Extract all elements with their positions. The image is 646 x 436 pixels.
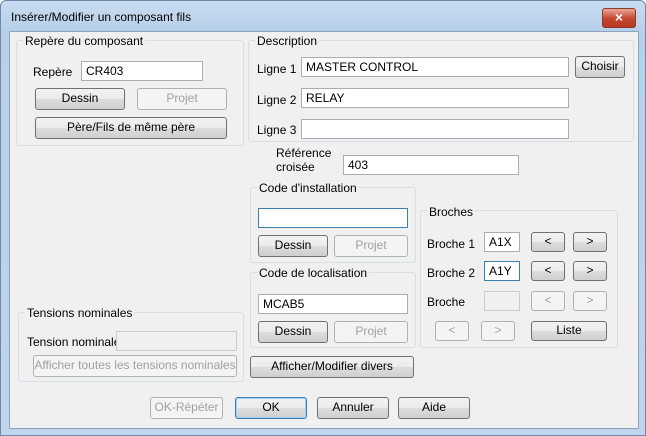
window-title: Insérer/Modifier un composant fils: [11, 10, 192, 24]
broches-group: Broches Broche 1 A1X < > Broche 2 A1Y < …: [420, 205, 618, 348]
reference-croisee-input[interactable]: 403: [343, 155, 519, 175]
repere-dessin-button[interactable]: Dessin: [35, 88, 125, 110]
reference-label-line2: croisée: [276, 160, 315, 174]
broches-group-title: Broches: [427, 205, 476, 219]
tension-nominale-label: Tension nominale: [27, 335, 121, 349]
repere-label: Repère: [33, 65, 73, 79]
annuler-button[interactable]: Annuler: [317, 397, 389, 419]
afficher-modifier-divers-button[interactable]: Afficher/Modifier divers: [250, 356, 414, 378]
installation-code-input[interactable]: [258, 208, 408, 228]
choisir-button[interactable]: Choisir: [575, 56, 625, 78]
broche-next-button[interactable]: >: [573, 291, 607, 311]
installation-dessin-button[interactable]: Dessin: [258, 235, 328, 257]
ligne3-label: Ligne 3: [257, 123, 297, 137]
description-group-title: Description: [255, 34, 320, 48]
localisation-group-title: Code de localisation: [257, 266, 370, 280]
broche-input[interactable]: [484, 291, 520, 311]
reference-label-line1: Référence: [276, 146, 332, 160]
localisation-projet-button[interactable]: Projet: [334, 321, 408, 343]
tension-nominale-input[interactable]: [116, 331, 237, 351]
broche1-label: Broche 1: [427, 237, 476, 251]
broche2-prev-button[interactable]: <: [531, 261, 565, 281]
localisation-dessin-button[interactable]: Dessin: [258, 321, 328, 343]
title-bar[interactable]: Insérer/Modifier un composant fils ×: [1, 1, 645, 33]
dialog-body: Repère du composant Repère CR403 Dessin …: [9, 31, 639, 429]
afficher-tensions-button[interactable]: Afficher toutes les tensions nominales: [33, 355, 237, 377]
broche2-next-button[interactable]: >: [573, 261, 607, 281]
repere-group-title: Repère du composant: [23, 34, 146, 48]
ligne3-input[interactable]: [301, 119, 569, 139]
broche-prev-button[interactable]: <: [531, 291, 565, 311]
repere-group: Repère du composant Repère CR403 Dessin …: [16, 34, 244, 146]
broche1-input[interactable]: A1X: [484, 232, 520, 252]
tensions-group-title: Tensions nominales: [25, 306, 135, 320]
ok-button[interactable]: OK: [235, 397, 307, 419]
dialog-window: Insérer/Modifier un composant fils × Rep…: [0, 0, 646, 436]
tensions-group: Tensions nominales Tension nominale Affi…: [18, 306, 244, 382]
installation-projet-button[interactable]: Projet: [334, 235, 408, 257]
pere-fils-button[interactable]: Père/Fils de même père: [35, 117, 227, 139]
repere-projet-button[interactable]: Projet: [137, 88, 227, 110]
broches-next-button[interactable]: >: [481, 321, 515, 341]
broche1-next-button[interactable]: >: [573, 232, 607, 252]
ligne2-label: Ligne 2: [257, 93, 297, 107]
liste-button[interactable]: Liste: [531, 321, 607, 341]
broche2-label: Broche 2: [427, 266, 476, 280]
broche-label: Broche: [427, 295, 466, 309]
ok-repeter-button[interactable]: OK-Répéter: [150, 397, 223, 419]
description-group: Description Ligne 1 MASTER CONTROL Chois…: [248, 34, 634, 142]
ligne1-label: Ligne 1: [257, 62, 297, 76]
broche1-prev-button[interactable]: <: [531, 232, 565, 252]
localisation-code-input[interactable]: MCAB5: [258, 294, 408, 314]
installation-group-title: Code d'installation: [257, 181, 359, 195]
broche2-input[interactable]: A1Y: [484, 261, 520, 281]
repere-input[interactable]: CR403: [81, 61, 203, 81]
broches-prev-button[interactable]: <: [435, 321, 469, 341]
installation-group: Code d'installation Dessin Projet: [250, 181, 416, 263]
aide-button[interactable]: Aide: [398, 397, 470, 419]
close-icon: ×: [614, 9, 624, 25]
close-button[interactable]: ×: [602, 8, 636, 28]
localisation-group: Code de localisation MCAB5 Dessin Projet: [250, 266, 416, 348]
ligne2-input[interactable]: RELAY: [301, 88, 569, 108]
ligne1-input[interactable]: MASTER CONTROL: [301, 57, 569, 77]
